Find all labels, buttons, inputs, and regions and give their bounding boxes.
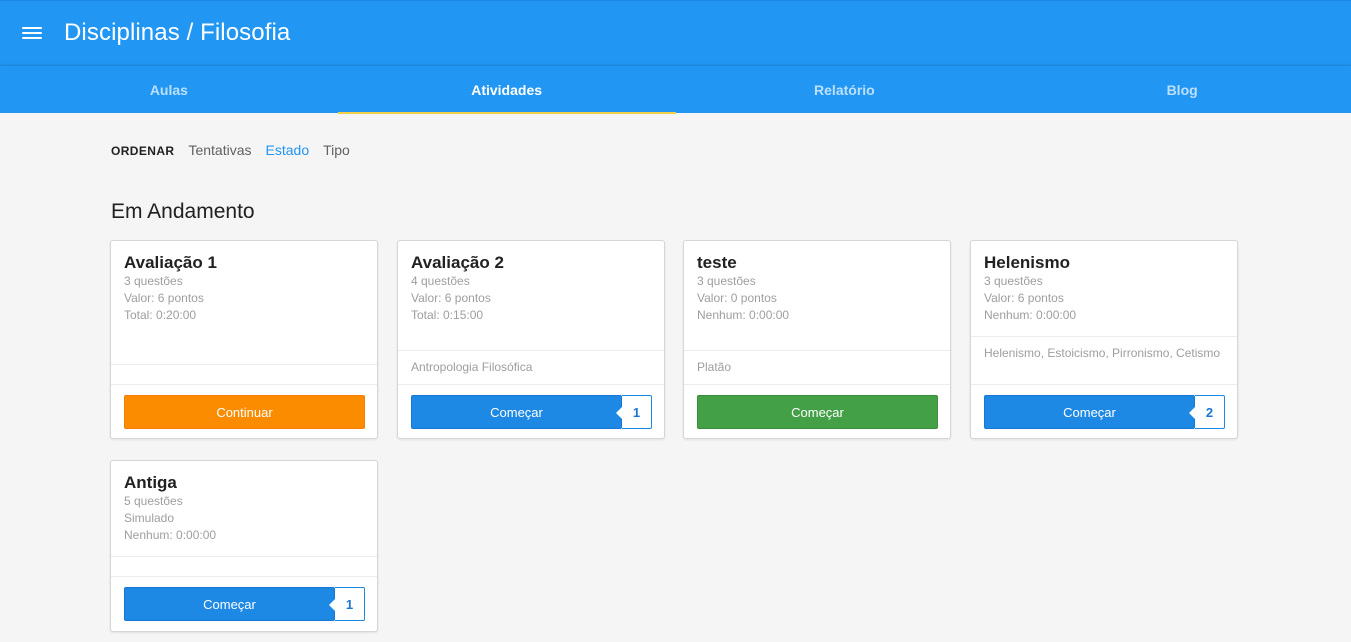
card-divider [111,556,377,557]
tab-aulas[interactable]: Aulas [0,66,338,114]
card-divider [398,384,664,385]
card-divider [684,350,950,351]
toolbar: Disciplinas / Filosofia [0,1,1351,66]
card-divider [971,336,1237,337]
sort-label: ORDENAR [111,144,175,158]
section-title: Em Andamento [111,200,255,223]
card-questions: 3 questões [984,274,1043,288]
hamburger-menu-icon[interactable] [22,25,42,41]
card-divider [111,364,377,365]
attempts-badge: 1 [616,395,652,429]
sort-option-tentativas[interactable]: Tentativas [188,142,251,158]
card-value: Valor: 6 pontos [124,291,204,305]
activity-card: Antiga 5 questões Simulado Nenhum: 0:00:… [110,460,378,632]
card-divider [111,384,377,385]
card-questions: 3 questões [124,274,183,288]
card-time: Nenhum: 0:00:00 [697,308,790,322]
sort-option-tipo[interactable]: Tipo [323,142,350,158]
card-tags: Platão [697,360,732,374]
sort-bar: ORDENAR Tentativas Estado Tipo [111,142,364,158]
start-button[interactable]: Começar [984,395,1195,429]
page-title: Disciplinas / Filosofia [64,19,291,46]
card-title: Avaliação 2 [411,253,504,272]
start-button[interactable]: Começar [411,395,622,429]
card-divider [971,384,1237,385]
tab-relatorio[interactable]: Relatório [676,66,1014,114]
card-value: Valor: 0 pontos [697,291,777,305]
card-time: Total: 0:15:00 [411,308,484,322]
card-value: Valor: 6 pontos [411,291,491,305]
attempts-badge: 1 [329,587,365,621]
start-button[interactable]: Começar [124,587,335,621]
attempts-badge: 2 [1189,395,1225,429]
sort-option-estado[interactable]: Estado [266,142,310,158]
activity-card: Avaliação 1 3 questões Valor: 6 pontos T… [110,240,378,439]
card-divider [398,350,664,351]
card-divider [111,576,377,577]
card-time: Nenhum: 0:00:00 [984,308,1077,322]
card-tags: Helenismo, Estoicismo, Pirronismo, Cetis… [984,346,1221,360]
card-questions: 4 questões [411,274,470,288]
activity-card: teste 3 questões Valor: 0 pontos Nenhum:… [683,240,951,439]
card-questions: 5 questões [124,494,183,508]
card-title: Helenismo [984,253,1070,272]
card-value: Valor: 6 pontos [984,291,1064,305]
card-time: Nenhum: 0:00:00 [124,528,217,542]
card-divider [684,384,950,385]
start-button[interactable]: Começar [697,395,938,429]
app-bar: Disciplinas / Filosofia Aulas Atividades… [0,0,1351,114]
tab-blog[interactable]: Blog [1013,66,1351,114]
card-type: Simulado [124,511,175,525]
card-questions: 3 questões [697,274,756,288]
card-time: Total: 0:20:00 [124,308,197,322]
tab-bar: Aulas Atividades Relatório Blog [0,66,1351,114]
continue-button[interactable]: Continuar [124,395,365,429]
tab-atividades[interactable]: Atividades [337,66,676,114]
card-title: Antiga [124,473,177,492]
card-title: Avaliação 1 [124,253,217,272]
card-tags: Antropologia Filosófica [411,360,533,374]
activity-card: Avaliação 2 4 questões Valor: 6 pontos T… [397,240,665,439]
card-title: teste [697,253,737,272]
activity-card: Helenismo 3 questões Valor: 6 pontos Nen… [970,240,1238,439]
